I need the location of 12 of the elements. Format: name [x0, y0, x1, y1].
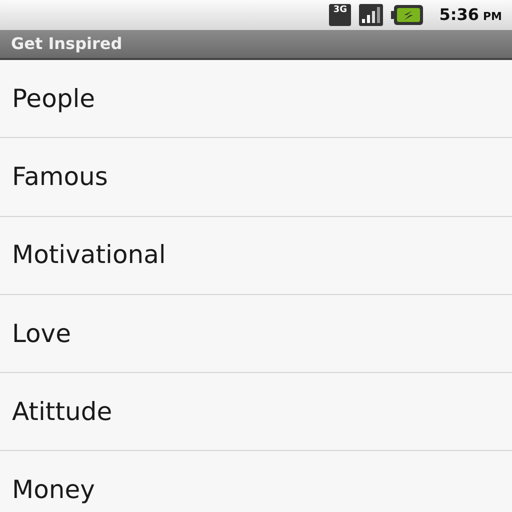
clock-period: PM [482, 9, 502, 25]
category-list-item[interactable]: People [0, 60, 512, 138]
signal-icon [359, 4, 384, 26]
category-list-item[interactable]: Money [0, 451, 512, 512]
battery-charging-icon [391, 5, 424, 25]
category-list-item[interactable]: Motivational [0, 216, 512, 295]
network-type-icon: 3G [329, 4, 352, 26]
category-list-item[interactable]: Famous [0, 138, 512, 217]
category-list-item[interactable]: Love [0, 294, 512, 374]
clock-time: 5:36 [439, 4, 479, 26]
category-list-item[interactable]: Atittude [0, 373, 512, 452]
app-title: Get Inspired [11, 33, 122, 55]
